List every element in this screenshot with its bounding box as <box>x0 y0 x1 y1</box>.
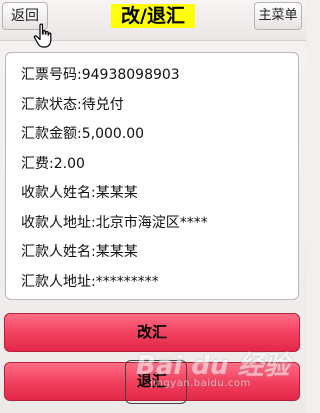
top-bar: 返回 改/退汇 主菜单 <box>0 0 306 48</box>
remittance-details-card: 汇票号码:94938098903 汇款状态:待兑付 汇款金额:5,000.00 … <box>5 52 299 300</box>
detail-row-payee-address: 收款人地址:北京市海淀区**** <box>21 214 208 231</box>
detail-row-remitter-address: 汇款人地址:********* <box>21 273 159 290</box>
main-menu-button[interactable]: 主菜单 <box>254 2 302 30</box>
page-title: 改/退汇 <box>111 4 195 28</box>
detail-row-remitter-name: 汇款人姓名:某某某 <box>21 244 138 260</box>
detail-row-fee: 汇费:2.00 <box>21 155 85 172</box>
hand-cursor-icon <box>33 23 52 48</box>
watermark-url: jingyan.baidu.com <box>150 378 251 389</box>
detail-row-amount: 汇款金额:5,000.00 <box>21 126 145 142</box>
detail-row-payee-name: 收款人姓名:某某某 <box>21 185 138 201</box>
baidu-jingyan-watermark: Bai du 经验 jingyan.baidu.com <box>130 345 300 395</box>
detail-row-status: 汇款状态:待兑付 <box>21 96 124 113</box>
detail-row-draft-number: 汇票号码:94938098903 <box>21 67 180 83</box>
watermark-logo: Bai du 经验 <box>136 351 290 381</box>
